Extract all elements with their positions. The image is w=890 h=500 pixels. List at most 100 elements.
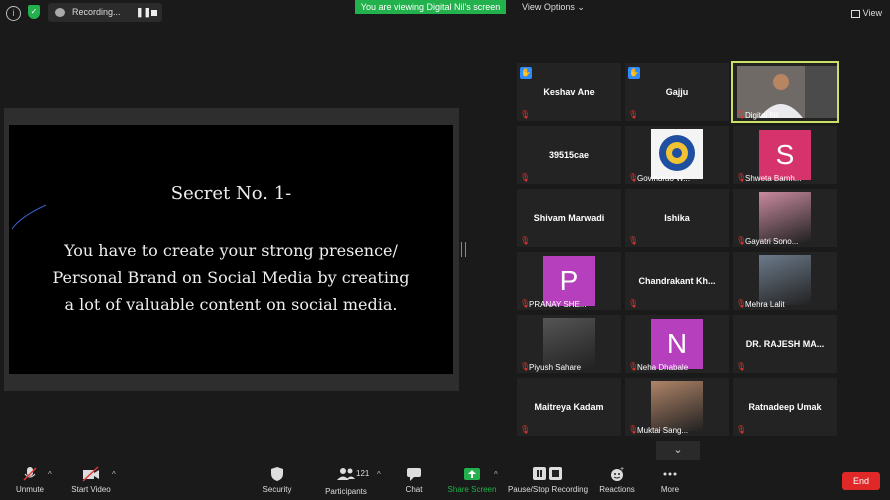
participant-name: Muktai Sang...	[637, 426, 689, 435]
participant-name: Shweta Bamh...	[745, 174, 802, 183]
chat-button[interactable]: Chat	[402, 466, 426, 494]
chat-icon	[407, 468, 421, 481]
muted-mic-icon: 🎙	[520, 362, 531, 371]
participant-name: Maitreya Kadam	[534, 402, 604, 412]
view-options-button[interactable]: View Options ⌄	[522, 2, 585, 13]
info-icon[interactable]: i	[6, 6, 21, 21]
participants-icon	[337, 468, 355, 480]
reactions-label: Reactions	[599, 485, 635, 494]
participant-name: Digital Nil	[745, 111, 779, 120]
muted-mic-icon: 🎙	[520, 110, 531, 119]
participant-tile[interactable]: Gayatri Sono... 🎙	[733, 189, 837, 247]
unmute-button[interactable]: Unmute	[14, 466, 46, 494]
participants-button[interactable]: 121 Participants	[322, 466, 370, 496]
pause-recording-icon[interactable]: ❚❚	[136, 7, 151, 18]
participant-tile[interactable]: Digital Nil 🎙	[731, 61, 839, 123]
participant-tile[interactable]: Mehra Lalit 🎙	[733, 252, 837, 310]
raised-hand-icon: ✋	[628, 67, 640, 79]
participant-name: Govindrao W...	[637, 174, 690, 183]
participant-name: DR. RAJESH MA...	[745, 339, 825, 349]
slide-line-3: a lot of valuable content on social medi…	[64, 295, 398, 314]
more-dots-icon	[663, 472, 677, 476]
security-button[interactable]: Security	[260, 466, 294, 494]
muted-mic-icon: 🎙	[736, 299, 747, 308]
recording-indicator: Recording... ❚❚	[48, 3, 162, 22]
reactions-button[interactable]: + Reactions	[598, 466, 636, 494]
video-off-icon	[82, 466, 99, 482]
participant-avatar: S	[759, 130, 811, 180]
view-button[interactable]: View	[850, 8, 882, 18]
chat-label: Chat	[405, 485, 423, 494]
muted-mic-icon: 🎙	[520, 425, 531, 434]
participant-name: Mehra Lalit	[745, 300, 785, 309]
raised-hand-icon: ✋	[520, 67, 532, 79]
unmute-label: Unmute	[15, 485, 44, 494]
participant-name: Ratnadeep Umak	[748, 402, 822, 412]
participant-name: Shivam Marwadi	[533, 213, 605, 223]
participant-tile[interactable]: DR. RAJESH MA... 🎙	[733, 315, 837, 373]
participant-tile[interactable]: N Neha Dhabale 🎙	[625, 315, 729, 373]
muted-mic-icon: 🎙	[736, 362, 747, 371]
participant-tile[interactable]: P PRANAY SHE... 🎙	[517, 252, 621, 310]
participant-name: 39515cae	[548, 150, 590, 160]
participant-tile[interactable]: Muktai Sang... 🎙	[625, 378, 729, 436]
muted-mic-icon: 🎙	[736, 425, 747, 434]
audio-options-caret-icon[interactable]: ^	[48, 470, 52, 479]
more-button[interactable]: More	[658, 466, 682, 494]
participant-name: Keshav Ane	[543, 87, 595, 97]
participant-tile[interactable]: Shivam Marwadi 🎙	[517, 189, 621, 247]
start-video-label: Start Video	[71, 485, 111, 494]
muted-mic-icon: 🎙	[736, 236, 747, 245]
split-view-handle[interactable]	[461, 242, 466, 257]
security-shield-icon[interactable]: ✓	[28, 5, 40, 19]
participant-avatar: N	[651, 319, 703, 369]
participant-tile[interactable]: Govindrao W... 🎙	[625, 126, 729, 184]
muted-mic-icon: 🎙	[736, 110, 747, 119]
participant-tile[interactable]: Maitreya Kadam 🎙	[517, 378, 621, 436]
muted-mic-icon: 🎙	[628, 362, 639, 371]
cloud-recording-icon	[55, 8, 65, 17]
participant-name: Piyush Sahare	[529, 363, 582, 372]
viewing-screen-banner: You are viewing Digital Nil's screen	[355, 0, 506, 14]
stop-recording-icon[interactable]	[151, 10, 157, 16]
pause-stop-recording-label: Pause/Stop Recording	[507, 485, 589, 494]
share-screen-icon	[464, 468, 480, 480]
end-meeting-button[interactable]: End	[842, 472, 880, 490]
participant-name: Chandrakant Kh...	[638, 276, 716, 286]
view-label: View	[862, 8, 882, 18]
security-label: Security	[262, 485, 292, 494]
participant-tile[interactable]: Gajju ✋ 🎙	[625, 63, 729, 121]
share-screen-label: Share Screen	[447, 485, 497, 494]
shield-icon	[271, 467, 283, 481]
annotation-pen-stroke	[11, 204, 47, 230]
pause-stop-recording-button[interactable]: Pause/Stop Recording	[506, 466, 590, 494]
slide-body: You have to create your strong presence/…	[9, 237, 453, 318]
participant-tile[interactable]: Ishika 🎙	[625, 189, 729, 247]
muted-mic-icon: 🎙	[736, 173, 747, 182]
muted-mic-icon: 🎙	[628, 236, 639, 245]
share-screen-button[interactable]: Share Screen	[447, 466, 497, 494]
participant-tile[interactable]: 39515cae 🎙	[517, 126, 621, 184]
participants-caret-icon[interactable]: ^	[377, 470, 381, 479]
video-options-caret-icon[interactable]: ^	[112, 470, 116, 479]
participant-photo	[543, 318, 595, 368]
share-options-caret-icon[interactable]: ^	[494, 470, 498, 479]
slide-line-1: You have to create your strong presence/	[64, 241, 398, 260]
participant-tile[interactable]: Keshav Ane ✋ 🎙	[517, 63, 621, 121]
more-label: More	[660, 485, 680, 494]
start-video-button[interactable]: Start Video	[68, 466, 114, 494]
participant-tile[interactable]: S Shweta Bamh... 🎙	[733, 126, 837, 184]
participant-name: Gajju	[665, 87, 689, 97]
participant-tile[interactable]: Ratnadeep Umak 🎙	[733, 378, 837, 436]
muted-mic-icon: 🎙	[628, 425, 639, 434]
meeting-topbar: i ✓ Recording... ❚❚ You are viewing Digi…	[0, 0, 890, 26]
participant-name: Ishika	[664, 213, 690, 223]
participants-label: Participants	[325, 487, 367, 496]
next-page-button[interactable]: ⌄	[656, 441, 700, 460]
pause-stop-icon	[533, 467, 562, 480]
smiley-add-icon: +	[611, 466, 624, 481]
participant-photo	[759, 192, 811, 242]
muted-mic-icon: 🎙	[520, 299, 531, 308]
participant-tile[interactable]: Chandrakant Kh... 🎙	[625, 252, 729, 310]
participant-tile[interactable]: Piyush Sahare 🎙	[517, 315, 621, 373]
